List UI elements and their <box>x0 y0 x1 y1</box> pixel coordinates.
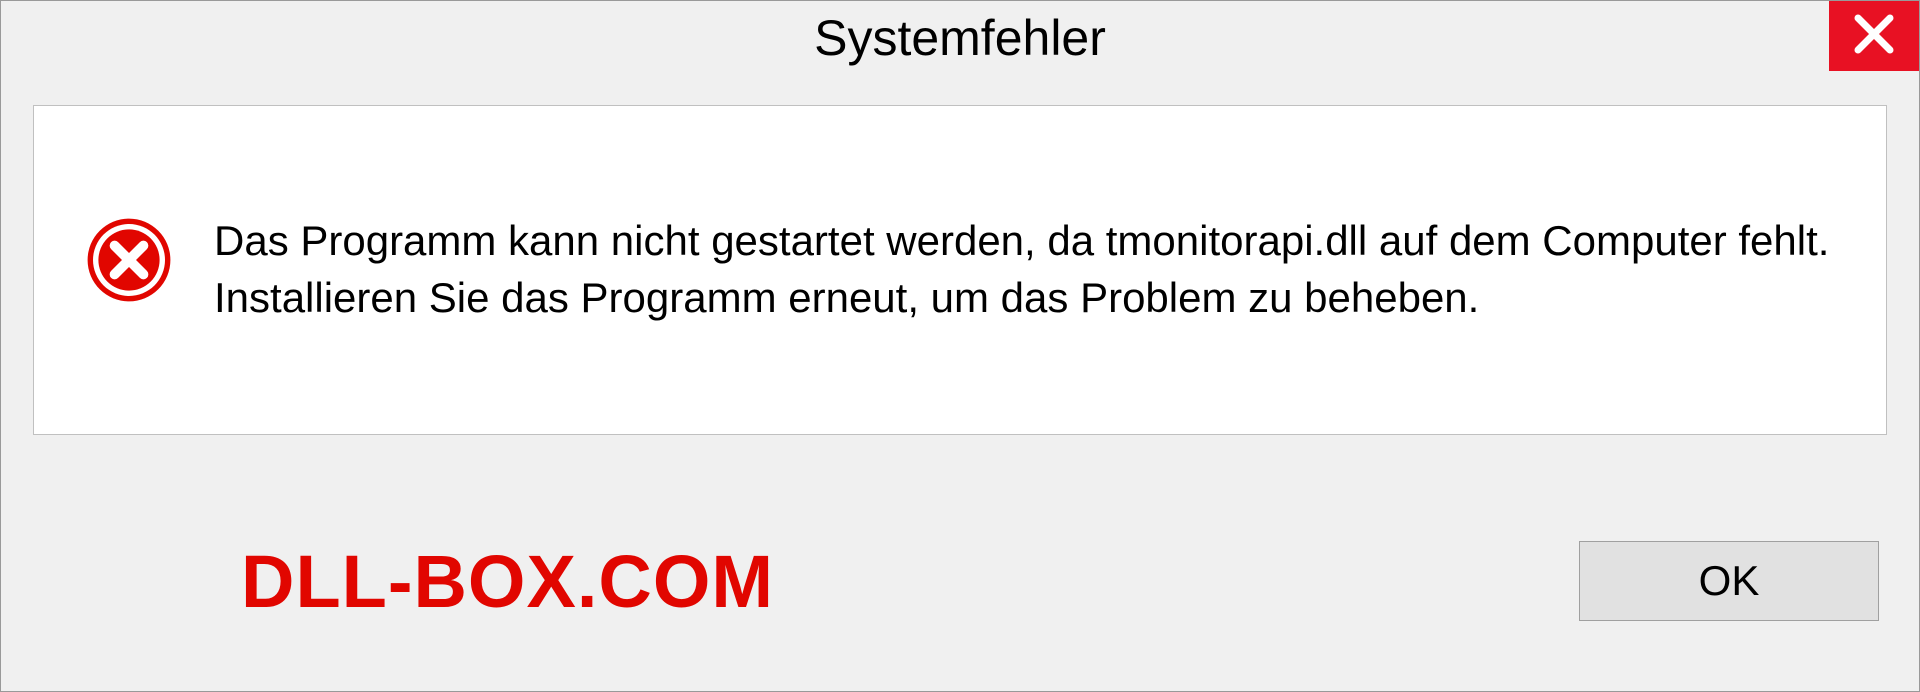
dialog-title: Systemfehler <box>814 9 1106 67</box>
error-dialog: Systemfehler Das Programm kann nicht ges… <box>0 0 1920 692</box>
watermark-text: DLL-BOX.COM <box>41 539 774 624</box>
titlebar: Systemfehler <box>1 1 1919 75</box>
dialog-footer: DLL-BOX.COM OK <box>1 511 1919 691</box>
message-panel: Das Programm kann nicht gestartet werden… <box>33 105 1887 435</box>
ok-button[interactable]: OK <box>1579 541 1879 621</box>
error-message: Das Programm kann nicht gestartet werden… <box>214 213 1836 326</box>
close-button[interactable] <box>1829 1 1919 71</box>
error-icon <box>84 215 174 305</box>
close-icon <box>1852 12 1896 61</box>
